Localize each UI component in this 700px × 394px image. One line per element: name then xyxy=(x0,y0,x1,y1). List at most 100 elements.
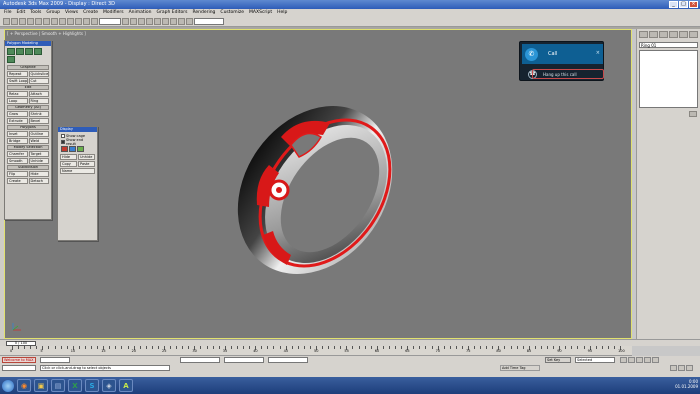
rollout-geometry-all-[interactable]: Geometry (All) xyxy=(7,105,49,110)
tool-button-flip[interactable]: Flip xyxy=(7,171,28,177)
modifier-stack[interactable] xyxy=(639,50,698,108)
mirror-icon[interactable] xyxy=(130,18,137,25)
menu-item-modifiers[interactable]: Modifiers xyxy=(103,9,124,17)
close-icon[interactable]: × xyxy=(596,50,600,56)
tool-button-repeat[interactable]: Repeat xyxy=(7,71,28,77)
edge-icon[interactable] xyxy=(16,48,24,55)
border-icon[interactable] xyxy=(25,48,33,55)
go-to-start-button[interactable] xyxy=(620,357,627,363)
maxscript-listener[interactable]: Welcome to MAX xyxy=(2,357,36,363)
sub-panel-title[interactable]: Display xyxy=(58,127,97,132)
align-icon[interactable] xyxy=(138,18,145,25)
tool-button-quickslice[interactable]: Quickslice xyxy=(28,71,49,77)
zoom-icon[interactable] xyxy=(670,365,677,371)
curve-editor-icon[interactable] xyxy=(154,18,161,25)
color-swatch[interactable] xyxy=(77,146,84,152)
schematic-icon[interactable] xyxy=(162,18,169,25)
scale-icon[interactable] xyxy=(91,18,98,25)
layers-icon[interactable] xyxy=(146,18,153,25)
time-slider[interactable]: 0 / 100 xyxy=(0,339,700,346)
play-button[interactable] xyxy=(636,357,643,363)
tool-button-grow[interactable]: Grow xyxy=(7,111,28,117)
excel-taskbar-button[interactable]: X xyxy=(68,379,82,392)
acrobat-taskbar-button[interactable]: A xyxy=(119,379,133,392)
pivot-icon[interactable] xyxy=(122,18,129,25)
pin-stack-button[interactable] xyxy=(689,111,697,117)
close-button[interactable]: × xyxy=(689,1,698,8)
tool-button-ring[interactable]: Ring xyxy=(28,98,49,104)
tool-button-unhide[interactable]: Unhide xyxy=(28,158,49,164)
rollout-edit[interactable]: Edit xyxy=(7,85,49,90)
key-filter-select[interactable]: Selected xyxy=(575,357,615,363)
next-frame-button[interactable] xyxy=(644,357,651,363)
menu-item-edit[interactable]: Edit xyxy=(17,9,26,17)
tool-button-shrink[interactable]: Shrink xyxy=(28,111,49,117)
tool-button-bevel[interactable]: Bevel xyxy=(28,118,49,124)
motion-tab-icon[interactable] xyxy=(669,31,678,38)
redo-icon[interactable] xyxy=(11,18,18,25)
hide-button[interactable]: Hide xyxy=(60,154,77,160)
add-time-tag[interactable]: Add Time Tag xyxy=(500,365,540,371)
set-key-button[interactable]: Set Key xyxy=(545,357,571,363)
tool-button-loop[interactable]: Loop xyxy=(7,98,28,104)
render-setup-icon[interactable] xyxy=(178,18,185,25)
menu-item-tools[interactable]: Tools xyxy=(30,9,41,17)
rollout-modify-selection[interactable]: Modify Selection xyxy=(7,145,49,150)
explorer-taskbar-button[interactable]: ▣ xyxy=(34,379,48,392)
move-icon[interactable] xyxy=(75,18,82,25)
graphite-panel-title[interactable]: Polygon Modeling xyxy=(5,41,51,46)
menu-item-animation[interactable]: Animation xyxy=(129,9,152,17)
checkbox-row[interactable]: Show end result xyxy=(61,138,94,146)
rollout-subdivision[interactable]: Subdivision xyxy=(7,165,49,170)
element-icon[interactable] xyxy=(7,56,15,63)
paste-button[interactable]: Paste xyxy=(78,161,95,167)
hierarchy-tab-icon[interactable] xyxy=(659,31,668,38)
unhide-button[interactable]: Unhide xyxy=(78,154,95,160)
menu-item-file[interactable]: File xyxy=(4,9,12,17)
menu-item-graph-editors[interactable]: Graph Editors xyxy=(157,9,188,17)
y-coordinate-field[interactable] xyxy=(224,357,264,363)
skype-hangup-row[interactable]: ☎ Hang up this call xyxy=(522,68,604,80)
tool-button-detach[interactable]: Detach xyxy=(28,178,49,184)
tool-button-create[interactable]: Create xyxy=(7,178,28,184)
bind-icon[interactable] xyxy=(35,18,42,25)
link-icon[interactable] xyxy=(19,18,26,25)
skype-call-button[interactable]: ✆ Call × xyxy=(522,44,603,64)
menu-item-help[interactable]: Help xyxy=(277,9,287,17)
undo-icon[interactable] xyxy=(3,18,10,25)
utilities-tab-icon[interactable] xyxy=(689,31,698,38)
tool-button-cut[interactable]: Cut xyxy=(28,78,49,84)
rect-select-icon[interactable] xyxy=(59,18,66,25)
menu-item-customize[interactable]: Customize xyxy=(220,9,244,17)
copy-button[interactable]: Copy xyxy=(60,161,77,167)
vertex-icon[interactable] xyxy=(7,48,15,55)
rollout-graphite[interactable]: Graphite xyxy=(7,65,49,70)
object-name-field[interactable]: Ring 01 xyxy=(639,42,698,48)
window-crossing-icon[interactable] xyxy=(67,18,74,25)
track-bar[interactable]: 0 5 10 15 20 25 30 35 40 45 50 55 60 65 70 75 80 85 90 95 10… xyxy=(0,346,632,356)
previous-frame-button[interactable] xyxy=(628,357,635,363)
maxscript-input[interactable] xyxy=(2,365,36,371)
tool-button-swift-loop[interactable]: Swift Loop xyxy=(7,78,28,84)
tool-button-bridge[interactable]: Bridge xyxy=(7,138,28,144)
go-to-end-button[interactable] xyxy=(652,357,659,363)
named-selection-set[interactable] xyxy=(194,18,224,25)
menu-item-maxscript[interactable]: MAXScript xyxy=(249,9,272,17)
tool-button-hide[interactable]: Hide xyxy=(28,171,49,177)
checkbox[interactable] xyxy=(61,133,65,138)
tool-button-smooth[interactable]: Smooth xyxy=(7,158,28,164)
viewport-label[interactable]: [ + Perspective | Smooth + Highlights ] xyxy=(7,31,86,36)
modify-tab-icon[interactable] xyxy=(649,31,658,38)
tool-button-attach[interactable]: Attach xyxy=(28,91,49,97)
tool-button-chamfer[interactable]: Chamfer xyxy=(7,151,28,157)
ring-model[interactable] xyxy=(205,85,425,295)
3dsmax-taskbar-button[interactable]: ◈ xyxy=(102,379,116,392)
menu-item-group[interactable]: Group xyxy=(46,9,60,17)
menu-item-views[interactable]: Views xyxy=(65,9,78,17)
maximize-button[interactable]: □ xyxy=(679,1,688,8)
start-button[interactable] xyxy=(2,379,14,392)
select-icon[interactable] xyxy=(43,18,50,25)
material-editor-icon[interactable] xyxy=(170,18,177,25)
render-icon[interactable] xyxy=(186,18,193,25)
menu-item-rendering[interactable]: Rendering xyxy=(192,9,215,17)
